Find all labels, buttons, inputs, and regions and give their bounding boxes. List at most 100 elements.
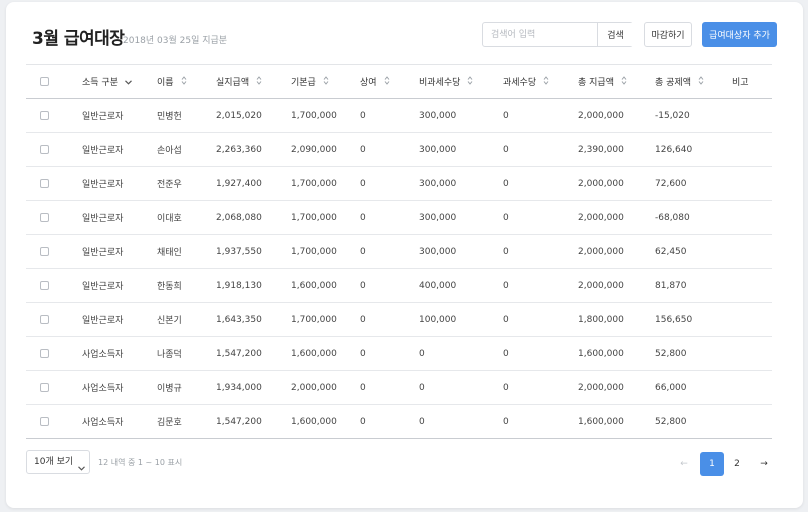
column-header[interactable]: 총 지급액 (578, 65, 655, 99)
page-title: 3월 급여대장 (32, 29, 125, 49)
table-cell: 이대호 (157, 214, 182, 224)
table-cell: 2,000,000 (578, 246, 624, 257)
table-cell: 나종덕 (157, 350, 182, 360)
table-cell: -15,020 (655, 110, 690, 121)
table-row: 일반근로자 신본기 1,643,350 1,700,000 0 100,000 0 1,800… (26, 303, 772, 337)
table-cell: 2,390,000 (578, 144, 624, 155)
table-cell: 0 (360, 382, 366, 393)
page-info: 12 내역 중 1 ~ 10 표시 (98, 458, 183, 467)
table-cell: 66,000 (655, 382, 687, 393)
table-cell: 0 (360, 348, 366, 359)
search-button[interactable]: 검색 (597, 23, 633, 46)
page-size-select[interactable]: 10개 보기 (26, 450, 90, 474)
table-cell: 1,937,550 (216, 246, 262, 257)
table-cell: 100,000 (419, 314, 457, 325)
column-header[interactable]: 상여 (360, 65, 419, 99)
column-header[interactable]: 소득 구분 (82, 65, 157, 99)
table-cell (732, 167, 772, 201)
row-checkbox[interactable] (40, 416, 49, 426)
sort-updown-icon (323, 76, 329, 88)
table-cell: 한동희 (157, 282, 182, 292)
table-row: 일반근로자 민병헌 2,015,020 1,700,000 0 300,000 0 2,000… (26, 99, 772, 133)
page-1-button[interactable]: 1 (700, 452, 724, 476)
table-cell: 0 (503, 246, 509, 257)
table-row: 일반근로자 손아섭 2,263,360 2,090,000 0 300,000 0 2,390… (26, 133, 772, 167)
table-cell: 400,000 (419, 280, 457, 291)
table-cell: 81,870 (655, 280, 687, 291)
add-payroll-target-button[interactable]: 급여대상자 추가 (702, 22, 777, 47)
row-checkbox[interactable] (40, 110, 49, 120)
chevron-down-icon (125, 78, 132, 88)
table-cell: 0 (503, 348, 509, 359)
row-checkbox[interactable] (40, 314, 49, 324)
table-cell: 1,700,000 (291, 110, 337, 121)
table-cell: 0 (503, 144, 509, 155)
table-cell: 0 (503, 416, 509, 427)
row-checkbox[interactable] (40, 246, 49, 256)
table-cell (732, 337, 772, 371)
table-cell: 0 (360, 178, 366, 189)
prev-page-button[interactable]: ← (672, 452, 696, 476)
sort-updown-icon (384, 76, 390, 88)
table-cell: 신본기 (157, 316, 182, 326)
table-cell: 사업소득자 (82, 418, 124, 428)
table-cell: 1,700,000 (291, 314, 337, 325)
table-cell: 일반근로자 (82, 316, 124, 326)
row-checkbox[interactable] (40, 348, 49, 358)
table-cell: 2,000,000 (578, 110, 624, 121)
table-cell: 0 (503, 280, 509, 291)
row-checkbox[interactable] (40, 178, 49, 188)
table-cell: 0 (503, 110, 509, 121)
page-2-button[interactable]: 2 (725, 452, 749, 476)
next-page-button[interactable]: → (752, 452, 776, 476)
table-cell: 2,068,080 (216, 212, 262, 223)
table-cell: 일반근로자 (82, 180, 124, 190)
page-subtitle: 2018년 03월 25일 지급분 (123, 36, 228, 46)
table-cell: 300,000 (419, 144, 457, 155)
table-cell: 김문호 (157, 418, 182, 428)
table-cell: 1,600,000 (578, 348, 624, 359)
column-header[interactable]: 기본급 (291, 65, 360, 99)
table-row: 일반근로자 전준우 1,927,400 1,700,000 0 300,000 0 2,000… (26, 167, 772, 201)
table-cell (732, 99, 772, 133)
table-cell: 1,700,000 (291, 212, 337, 223)
table-cell: 이병규 (157, 384, 182, 394)
column-header[interactable]: 이름 (157, 65, 216, 99)
table-cell: 0 (360, 110, 366, 121)
table-header-row: 소득 구분 이름 실지급액 기본급 상여 비과세수당 과세수당 총 지급액 총 … (26, 64, 772, 99)
column-header[interactable]: 총 공제액 (655, 65, 732, 99)
select-all-checkbox[interactable] (40, 76, 49, 86)
table-cell: 300,000 (419, 212, 457, 223)
table-cell: 52,800 (655, 348, 687, 359)
table-cell: 2,000,000 (578, 382, 624, 393)
pagination: ← 1 2 → (668, 452, 772, 476)
table-cell: 0 (360, 280, 366, 291)
column-header[interactable]: 과세수당 (503, 65, 578, 99)
table-cell: 1,643,350 (216, 314, 262, 325)
search-input[interactable] (483, 23, 596, 46)
table-cell: 1,547,200 (216, 416, 262, 427)
table-cell: 156,650 (655, 314, 693, 325)
table-cell: 일반근로자 (82, 282, 124, 292)
table-cell: 1,918,130 (216, 280, 262, 291)
table-cell: 1,934,000 (216, 382, 262, 393)
column-header[interactable]: 실지급액 (216, 65, 291, 99)
table-cell: 2,000,000 (578, 212, 624, 223)
row-checkbox[interactable] (40, 280, 49, 290)
table-cell: 0 (503, 382, 509, 393)
table-cell: 0 (360, 246, 366, 257)
table-cell: 0 (360, 314, 366, 325)
sort-updown-icon (256, 76, 262, 88)
table-cell: -68,080 (655, 212, 690, 223)
column-header[interactable]: 비과세수당 (419, 65, 503, 99)
close-button[interactable]: 마감하기 (644, 22, 692, 47)
row-checkbox[interactable] (40, 382, 49, 392)
sort-updown-icon (543, 76, 549, 88)
table-cell (732, 405, 772, 439)
row-checkbox[interactable] (40, 212, 49, 222)
table-cell: 일반근로자 (82, 146, 124, 156)
row-checkbox[interactable] (40, 144, 49, 154)
table-cell: 2,000,000 (578, 280, 624, 291)
table-cell: 사업소득자 (82, 350, 124, 360)
column-header: 비고 (732, 78, 749, 88)
